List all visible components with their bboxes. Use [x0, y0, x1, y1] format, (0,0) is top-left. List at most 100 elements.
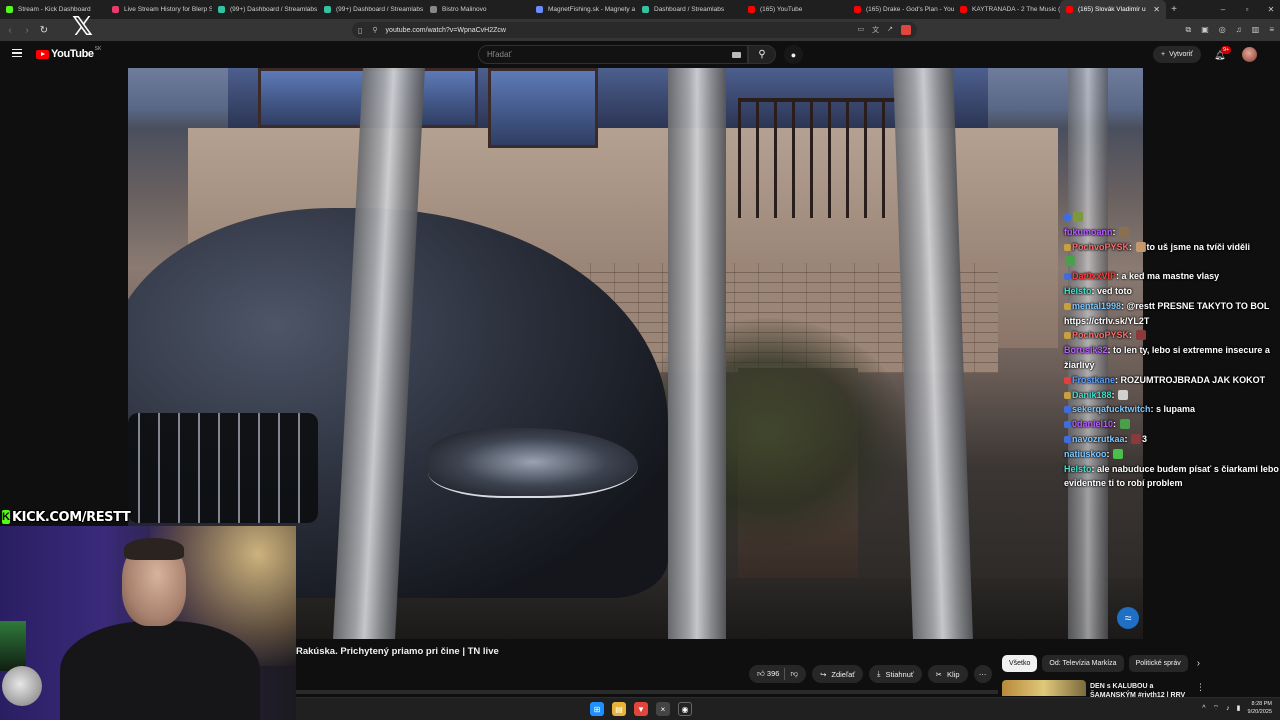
voice-search-button[interactable]: ● [784, 45, 803, 64]
share-button[interactable]: ↪ Zdieľať [812, 665, 864, 683]
chat-message [1064, 254, 1280, 269]
stream-chat-overlay: fukumoann: PochvoPYSK: to uš jsme na tví… [1064, 210, 1280, 491]
recommendation-thumbnail[interactable] [1002, 680, 1086, 696]
chat-separator: : [1106, 448, 1113, 459]
browser-tab[interactable]: (165) Drake - God's Plan - YouT [848, 0, 954, 19]
chat-message: Dat0xxVIP: a ked ma mastne vlasy [1064, 269, 1280, 284]
chat-badge-icon [1064, 406, 1071, 414]
browser-tab[interactable]: MagnetFishing.sk - Magnety a [530, 0, 636, 19]
back-icon[interactable]: ‹ [3, 25, 17, 36]
dislike-button[interactable]: 👎︎ [790, 669, 798, 679]
tab-title: KAYTRANADA - 2 The Music ( [972, 6, 1060, 13]
like-button[interactable]: 👍︎ 396 [757, 669, 779, 679]
download-button[interactable]: ⤓ Stiahnuť [869, 665, 922, 683]
webcam-streamer-hair [124, 538, 184, 560]
more-actions-button[interactable]: ⋯ [973, 665, 992, 683]
kick-url-text: KICK.COM/RESTT [11, 509, 131, 525]
close-window-icon[interactable]: ✕ [1266, 5, 1276, 14]
chat-badge-icon [1064, 273, 1071, 281]
tab-title: (99+) Dashboard / Streamlabs [336, 6, 424, 13]
browser-tab[interactable]: (99+) Dashboard / Streamlabs [318, 0, 424, 19]
tab-title: Live Stream History for Blerp S [124, 6, 212, 13]
brave-shields-icon[interactable] [901, 25, 911, 35]
region-code: SK [94, 46, 102, 52]
tab-favicon-icon [112, 6, 119, 13]
chat-text: ROZUMTROJBRADA JAK KOKOT [1120, 374, 1266, 385]
chat-username: mental1998 [1072, 300, 1122, 311]
file-explorer-icon[interactable]: ▤ [612, 702, 626, 716]
brave-browser-icon[interactable]: ▼ [634, 702, 648, 716]
sidebar-icon[interactable]: ▥ [1252, 25, 1260, 35]
new-tab-button[interactable]: + [1166, 4, 1182, 15]
clip-button[interactable]: ✂ Klip [927, 665, 968, 683]
share-icon[interactable]: ↗ [887, 25, 893, 35]
browser-tab[interactable]: Dashboard / Streamlabs [636, 0, 742, 19]
x-app-icon[interactable]: 𝕏 [72, 14, 93, 40]
chat-message: Helsto: ved toto [1064, 284, 1280, 299]
windows-start-icon[interactable]: ⊞ [590, 702, 604, 716]
desktop-screen: Stream - Kick Dashboard Live Stream Histo… [0, 0, 1280, 720]
browser-tab[interactable]: Live Stream History for Blerp S [106, 0, 212, 19]
cast-icon[interactable]: ▭ [858, 25, 865, 35]
filter-chip[interactable]: Od: Televízia Markíza [1042, 655, 1124, 672]
wallet-icon[interactable]: ▣ [1201, 25, 1209, 35]
network-icon[interactable]: ⌔ [1213, 704, 1220, 713]
hamburger-menu-icon[interactable] [12, 49, 22, 57]
terminal-icon[interactable]: × [656, 702, 670, 716]
address-bar[interactable]: ▯ ⚲ youtube.com/watch?v=WpnaCvH2Zcw ▭ 文 … [352, 22, 917, 38]
chat-text: a ked ma mastne vlasy [1121, 271, 1220, 282]
browser-tab[interactable]: (99+) Dashboard / Streamlabs [212, 0, 318, 19]
reload-icon[interactable]: ↻ [37, 25, 51, 36]
account-avatar[interactable] [1242, 47, 1257, 62]
youtube-logo[interactable]: YouTube SK [36, 46, 102, 60]
browser-tab[interactable]: (165) YouTube [742, 0, 848, 19]
recommendation-menu-icon[interactable]: ⋮ [1196, 682, 1205, 693]
volume-icon[interactable]: ♪ [1226, 705, 1230, 712]
browser-tab[interactable]: Bistro Malinovo [424, 0, 530, 19]
chat-emote-icon [1131, 433, 1142, 444]
notification-badge: 9+ [1221, 46, 1232, 54]
media-icon[interactable]: ♫ [1236, 25, 1242, 35]
chat-text: ale nabuduce budem písať s čiarkami lebo… [1064, 463, 1279, 489]
search-input[interactable]: Hľadať [478, 45, 748, 64]
video-scene-window [488, 68, 598, 148]
obs-icon[interactable]: ◉ [678, 702, 692, 716]
share-icon: ↪ [820, 669, 827, 679]
search-button[interactable]: ⚲ [748, 45, 776, 64]
chat-separator: : [1111, 389, 1118, 400]
tab-title: (165) Slovák Vladimír u [1078, 6, 1146, 13]
extensions-icon[interactable]: ⧉ [1186, 25, 1192, 35]
page-gutter [0, 68, 128, 508]
keyboard-icon[interactable] [732, 52, 741, 58]
minimize-icon[interactable]: – [1218, 5, 1228, 14]
browser-tab[interactable]: (165) Slovák Vladimír u ✕ [1060, 0, 1166, 19]
leo-icon[interactable]: ◎ [1219, 25, 1226, 35]
webcam-neon-sign [0, 621, 26, 671]
chat-badge-icon [1064, 243, 1071, 251]
translate-icon[interactable]: 文 [872, 25, 879, 35]
address-bar-actions: ▭ 文 ↗ [858, 25, 911, 35]
maximize-icon[interactable]: ▫ [1242, 5, 1252, 14]
battery-icon[interactable]: ▮ [1237, 704, 1241, 712]
tab-close-icon[interactable]: ✕ [1153, 5, 1160, 14]
bookmark-icon[interactable]: ▯ [358, 26, 362, 35]
tab-favicon-icon [1066, 6, 1073, 13]
clock[interactable]: 8:28 PM 9/20/2025 [1248, 700, 1280, 716]
filter-chip[interactable]: Politické správ [1128, 655, 1188, 672]
tab-favicon-icon [960, 6, 967, 13]
tab-title: Bistro Malinovo [442, 6, 487, 13]
site-info-icon[interactable]: ⚲ [372, 26, 377, 34]
system-tray: ^ ⌔ ♪ ▮ 8:28 PM 9/20/2025 [1202, 700, 1280, 716]
chips-next-icon[interactable]: › [1197, 655, 1200, 672]
video-scene-balcony [738, 98, 898, 218]
create-button[interactable]: + Vytvoriť [1153, 46, 1201, 63]
filter-chip[interactable]: Všetko [1002, 655, 1038, 672]
chat-username: PochvoPYSK [1072, 241, 1130, 252]
browser-tab[interactable]: KAYTRANADA - 2 The Music ( [954, 0, 1060, 19]
forward-icon[interactable]: › [20, 25, 34, 36]
tab-title: MagnetFishing.sk - Magnety a [548, 6, 636, 13]
chat-message: sekerqafucktwitch: s lupama [1064, 402, 1280, 417]
tray-overflow-icon[interactable]: ^ [1202, 705, 1205, 712]
chat-badge-icon [1064, 435, 1071, 443]
browser-menu-icon[interactable]: ≡ [1269, 25, 1274, 35]
